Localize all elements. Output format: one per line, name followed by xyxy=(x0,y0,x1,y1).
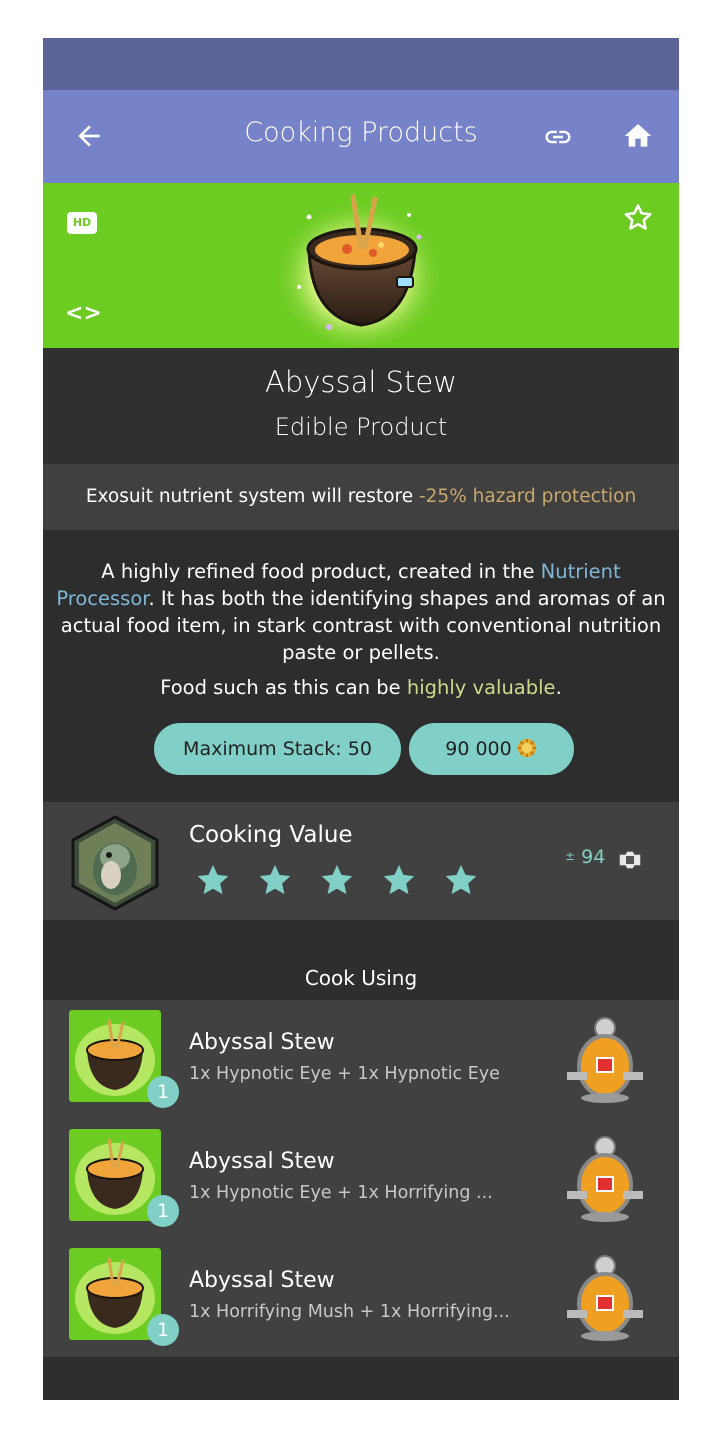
app-bar: Cooking Products xyxy=(43,90,679,183)
recipe-row[interactable]: 1 Abyssal Stew 1x Horrifying Mush + 1x H… xyxy=(43,1238,679,1357)
description-text: A highly refined food product, created i… xyxy=(56,560,666,664)
nutrient-processor-icon xyxy=(567,1136,643,1222)
code-icon[interactable]: <> xyxy=(65,301,102,326)
cooking-rating xyxy=(195,862,505,898)
item-name: Abyssal Stew xyxy=(264,365,457,399)
home-icon[interactable] xyxy=(621,120,655,152)
effect-text: Exosuit nutrient system will restore xyxy=(85,486,419,507)
recipe-name: Abyssal Stew xyxy=(189,1268,335,1293)
status-bar xyxy=(43,38,679,90)
max-stack-chip: Maximum Stack: 50 xyxy=(154,723,401,775)
quantity-badge: 1 xyxy=(147,1314,179,1346)
cooking-value-amount: ± 94 xyxy=(565,846,606,868)
item-type: Edible Product xyxy=(274,413,448,441)
rating-star-icon xyxy=(197,865,229,895)
quantity-badge: 1 xyxy=(147,1076,179,1108)
rating-star-icon xyxy=(259,865,291,895)
recipe-ingredients: 1x Horrifying Mush + 1x Horrifying... xyxy=(189,1302,510,1322)
quantity-badge: 1 xyxy=(147,1195,179,1227)
recipe-name: Abyssal Stew xyxy=(189,1030,335,1055)
recipe-ingredients: 1x Hypnotic Eye + 1x Hypnotic Eye xyxy=(189,1064,500,1084)
cooking-value-label: Cooking Value xyxy=(189,822,353,848)
price-chip: 90 000 xyxy=(409,723,574,775)
recipe-row[interactable]: 1 Abyssal Stew 1x Hypnotic Eye + 1x Hypn… xyxy=(43,1000,679,1119)
recipe-row[interactable]: 1 Abyssal Stew 1x Hypnotic Eye + 1x Horr… xyxy=(43,1119,679,1238)
item-title-block: Abyssal Stew Edible Product xyxy=(43,348,679,464)
hd-icon[interactable]: HD xyxy=(67,212,97,234)
cooking-value-row: Cooking Value ± 94 xyxy=(43,802,679,920)
bottom-area xyxy=(43,1357,679,1400)
effect-banner: Exosuit nutrient system will restore -25… xyxy=(43,464,679,530)
app-screen: Cooking Products HD <> Abyssal Stew Edib… xyxy=(43,38,679,1400)
description-section: A highly refined food product, created i… xyxy=(43,530,679,802)
recipe-name: Abyssal Stew xyxy=(189,1149,335,1174)
recipe-ingredients: 1x Hypnotic Eye + 1x Horrifying ... xyxy=(189,1183,493,1203)
rating-star-icon xyxy=(445,865,477,895)
favorite-star-icon[interactable] xyxy=(621,201,655,235)
value-note: Food such as this can be highly valuable… xyxy=(160,676,562,699)
recipe-list: 1 Abyssal Stew 1x Hypnotic Eye + 1x Hypn… xyxy=(43,1000,679,1357)
nutrient-processor-icon xyxy=(567,1255,643,1341)
abyssal-stew-image xyxy=(273,191,445,347)
units-coin-icon xyxy=(517,738,536,758)
item-hero-banner: HD <> xyxy=(43,183,679,348)
link-icon[interactable] xyxy=(540,122,576,152)
value-highlight: highly valuable xyxy=(406,676,556,699)
price-value: 90 000 xyxy=(445,738,512,760)
rating-star-icon xyxy=(321,865,353,895)
cook-using-heading: Cook Using xyxy=(304,966,418,990)
chef-portrait-icon xyxy=(71,815,159,911)
page-title: Cooking Products xyxy=(244,117,478,148)
nanite-icon xyxy=(618,850,642,870)
effect-highlight: -25% hazard protection xyxy=(418,486,637,507)
nutrient-processor-icon xyxy=(567,1017,643,1103)
rating-star-icon xyxy=(383,865,415,895)
